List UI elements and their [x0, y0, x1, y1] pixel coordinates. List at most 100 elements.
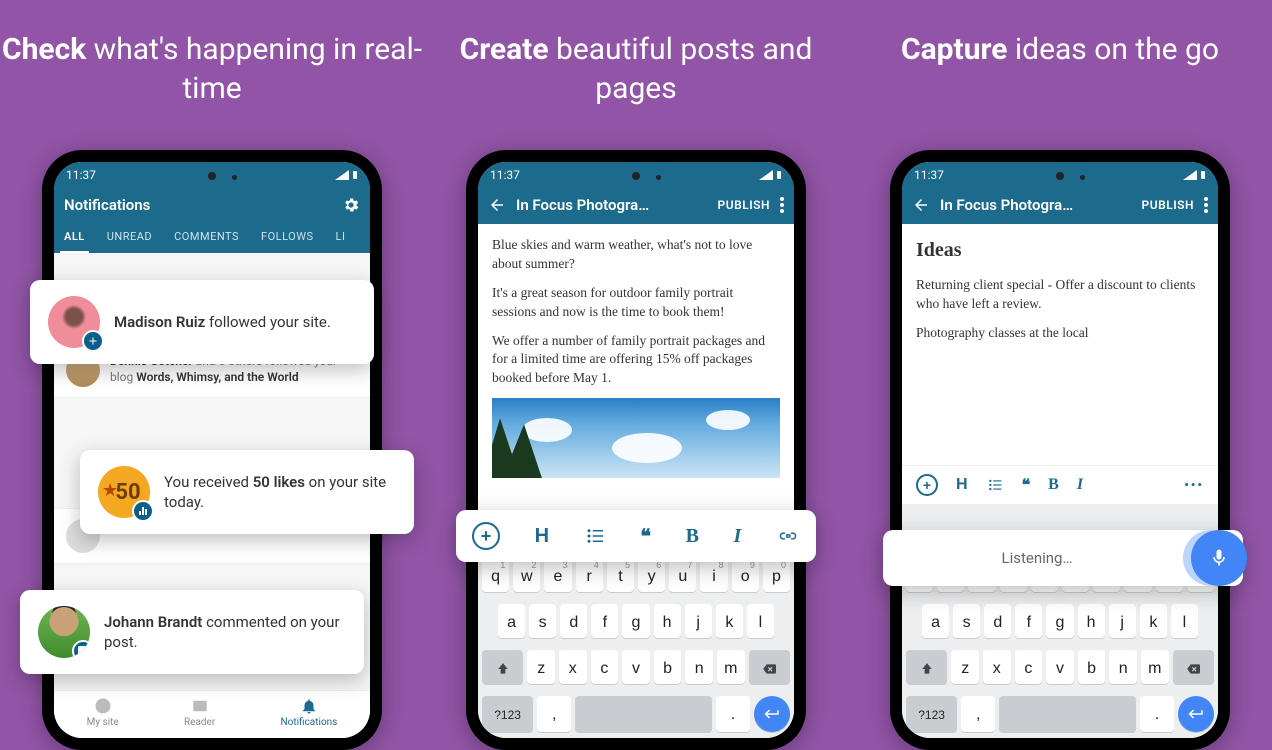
list-icon[interactable] — [584, 527, 606, 545]
editor-content[interactable]: Ideas Returning client special - Offer a… — [902, 224, 1218, 465]
key-e[interactable]: 3e — [544, 558, 571, 592]
key-f[interactable]: f — [1015, 604, 1042, 638]
tab-follows[interactable]: FOLLOWS — [257, 224, 318, 253]
key-symbols[interactable]: ?123 — [482, 696, 533, 732]
key-enter[interactable] — [1178, 696, 1214, 732]
key-l[interactable]: l — [747, 604, 774, 638]
more-icon[interactable] — [1204, 197, 1208, 213]
key-a[interactable]: a — [498, 604, 525, 638]
key-z[interactable]: z — [527, 650, 555, 684]
quote-button[interactable]: ❝ — [640, 524, 651, 549]
key-space[interactable] — [575, 696, 712, 732]
list-icon[interactable] — [986, 478, 1004, 492]
key-b[interactable]: b — [654, 650, 682, 684]
publish-button[interactable]: PUBLISH — [1142, 198, 1194, 212]
key-f[interactable]: f — [591, 604, 618, 638]
key-backspace[interactable] — [1173, 650, 1214, 684]
bnav-mysite[interactable]: My site — [87, 697, 119, 728]
heading-button[interactable]: H — [956, 476, 968, 494]
key-k[interactable]: k — [716, 604, 743, 638]
key-j[interactable]: j — [685, 604, 712, 638]
key-symbols[interactable]: ?123 — [906, 696, 957, 732]
key-enter[interactable] — [754, 696, 790, 732]
key-s[interactable]: s — [953, 604, 980, 638]
key-a[interactable]: a — [922, 604, 949, 638]
key-p[interactable]: 0p — [763, 558, 790, 592]
key-shift[interactable] — [906, 650, 947, 684]
key-k[interactable]: k — [1140, 604, 1167, 638]
key-h[interactable]: h — [1078, 604, 1105, 638]
publish-button[interactable]: PUBLISH — [718, 198, 770, 212]
status-icons — [1183, 170, 1206, 180]
add-block-button[interactable]: + — [916, 474, 938, 496]
more-dots[interactable]: ••• — [1184, 477, 1204, 493]
back-icon[interactable] — [488, 196, 506, 214]
phone-mockup-2: 11:37 In Focus Photogra… PUBLISH Blue sk… — [466, 150, 806, 750]
key-t[interactable]: 5t — [607, 558, 634, 592]
key-j[interactable]: j — [1109, 604, 1136, 638]
editor-content[interactable]: Blue skies and warm weather, what's not … — [478, 224, 794, 552]
key-period[interactable]: . — [716, 696, 750, 732]
key-x[interactable]: x — [559, 650, 587, 684]
key-o[interactable]: 9o — [732, 558, 759, 592]
link-icon[interactable] — [776, 529, 800, 543]
key-v[interactable]: v — [622, 650, 650, 684]
bold-button[interactable]: B — [686, 525, 699, 548]
notification-card-likes[interactable]: ★ 50 You received 50 likes on your site … — [80, 450, 414, 534]
key-d[interactable]: d — [560, 604, 587, 638]
microphone-button[interactable] — [1191, 530, 1247, 586]
tab-unread[interactable]: UNREAD — [103, 224, 156, 253]
key-n[interactable]: n — [1109, 650, 1137, 684]
key-q[interactable]: 1q — [482, 558, 509, 592]
status-icons — [335, 170, 358, 180]
key-backspace[interactable] — [749, 650, 790, 684]
editor-paragraph: Photography classes at the local — [916, 324, 1204, 343]
key-d[interactable]: d — [984, 604, 1011, 638]
keyboard[interactable]: 1q 2w 3e 4r 5t 6y 7u 8i 9o 0p a s d f g — [478, 552, 794, 738]
gear-icon[interactable] — [342, 196, 360, 214]
key-l[interactable]: l — [1171, 604, 1198, 638]
heading-button[interactable]: H — [535, 525, 549, 548]
key-i[interactable]: 8i — [700, 558, 727, 592]
key-n[interactable]: n — [685, 650, 713, 684]
tab-comments[interactable]: COMMENTS — [170, 224, 243, 253]
key-g[interactable]: g — [622, 604, 649, 638]
status-bar: 11:37 — [478, 162, 794, 186]
bnav-reader[interactable]: Reader — [184, 697, 215, 728]
key-s[interactable]: s — [529, 604, 556, 638]
notification-text: Madison Ruiz followed your site. — [114, 312, 331, 332]
back-icon[interactable] — [912, 196, 930, 214]
notification-card-follow[interactable]: Madison Ruiz followed your site. — [30, 280, 374, 364]
key-x[interactable]: x — [983, 650, 1011, 684]
add-block-button[interactable]: + — [472, 522, 500, 550]
key-c[interactable]: c — [1015, 650, 1043, 684]
key-comma[interactable]: , — [961, 696, 995, 732]
key-h[interactable]: h — [654, 604, 681, 638]
key-y[interactable]: 6y — [638, 558, 665, 592]
key-m[interactable]: m — [1141, 650, 1169, 684]
key-r[interactable]: 4r — [576, 558, 603, 592]
key-space[interactable] — [999, 696, 1136, 732]
headline-2: Create beautiful posts and pages — [424, 30, 848, 108]
notification-card-comment[interactable]: Johann Brandt commented on your post. — [20, 590, 364, 674]
italic-button[interactable]: I — [1077, 476, 1083, 494]
app-bar: In Focus Photogra… PUBLISH — [902, 186, 1218, 224]
key-comma[interactable]: , — [537, 696, 571, 732]
key-b[interactable]: b — [1078, 650, 1106, 684]
tab-all[interactable]: ALL — [60, 224, 89, 253]
key-m[interactable]: m — [717, 650, 745, 684]
key-period[interactable]: . — [1140, 696, 1174, 732]
tab-likes[interactable]: LI — [332, 224, 350, 253]
key-shift[interactable] — [482, 650, 523, 684]
key-w[interactable]: 2w — [513, 558, 540, 592]
key-v[interactable]: v — [1046, 650, 1074, 684]
bnav-notifications[interactable]: Notifications — [280, 697, 337, 728]
italic-button[interactable]: I — [734, 525, 742, 548]
quote-button[interactable]: ❝ — [1022, 475, 1031, 495]
key-c[interactable]: c — [591, 650, 619, 684]
key-z[interactable]: z — [951, 650, 979, 684]
bold-button[interactable]: B — [1048, 476, 1059, 494]
key-g[interactable]: g — [1046, 604, 1073, 638]
more-icon[interactable] — [780, 197, 784, 213]
key-u[interactable]: 7u — [669, 558, 696, 592]
